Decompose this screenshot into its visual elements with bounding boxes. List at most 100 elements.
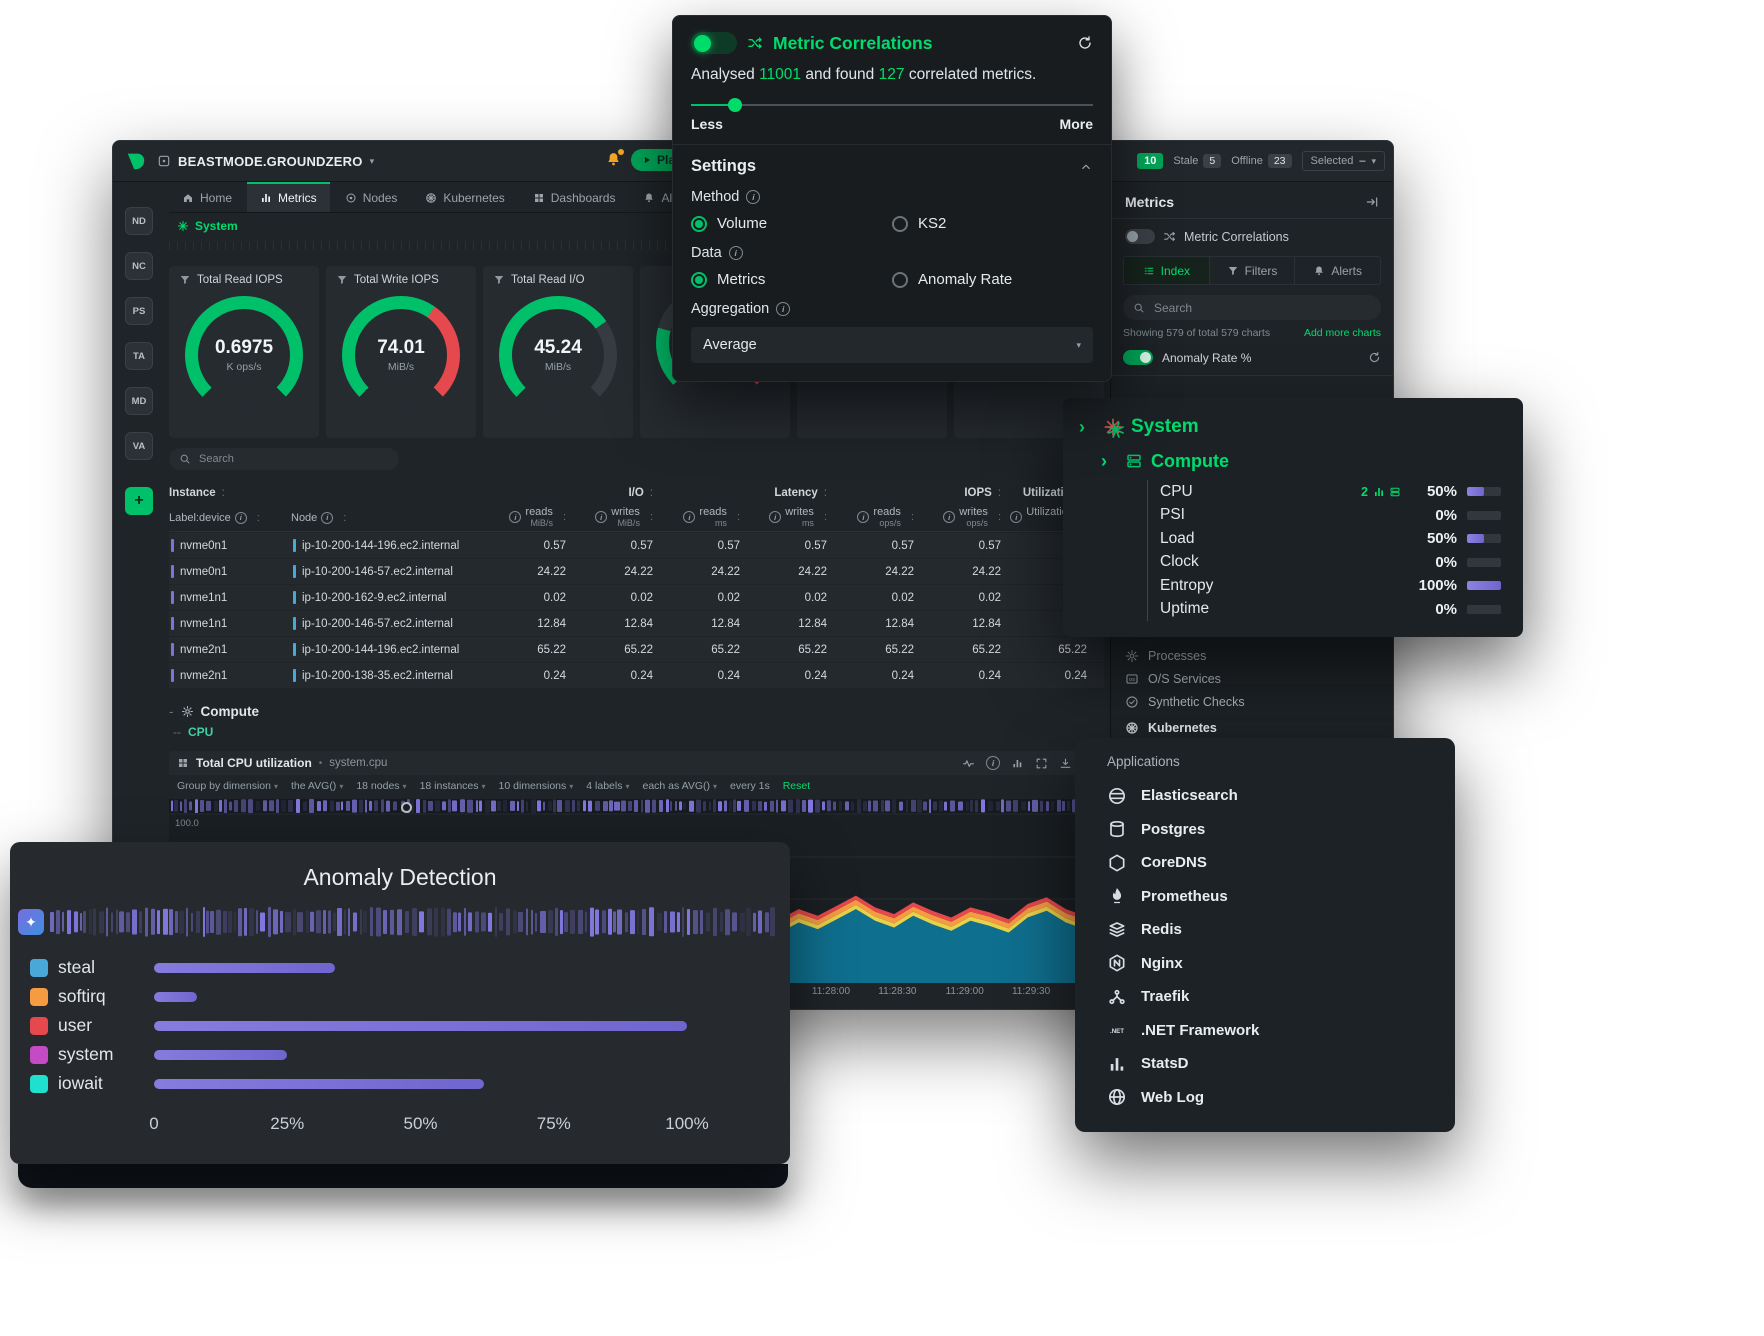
offline-nodes-badge[interactable]: Offline23 bbox=[1231, 154, 1291, 168]
info-icon[interactable]: i bbox=[509, 511, 521, 523]
tree-section-compute[interactable]: › Compute bbox=[1101, 446, 1501, 476]
column-writes-ms[interactable]: iwritesms: bbox=[740, 507, 827, 528]
sidebar-tab-filters[interactable]: Filters bbox=[1210, 257, 1296, 284]
legend-row-steal[interactable]: steal bbox=[30, 953, 790, 982]
table-row-nvme0n1[interactable]: nvme0n1 ip-10-200-144-196.ec2.internal 0… bbox=[169, 533, 1104, 558]
anomalies-icon[interactable] bbox=[962, 757, 975, 770]
settings-header[interactable]: Settings bbox=[691, 157, 1093, 176]
legend-row-system[interactable]: system bbox=[30, 1040, 790, 1069]
tab-nodes[interactable]: Nodes bbox=[332, 182, 411, 212]
info-icon[interactable]: i bbox=[729, 246, 743, 260]
tree-row-cpu[interactable]: CPU 2 50% bbox=[1160, 480, 1501, 504]
gauge-card-total-read-iops[interactable]: Total Read IOPS 0.6975K ops/s bbox=[169, 266, 319, 438]
tab-metrics[interactable]: Metrics bbox=[247, 182, 330, 212]
info-icon[interactable]: i bbox=[857, 511, 869, 523]
section-compute[interactable]: - Compute bbox=[169, 704, 1104, 719]
chart-toolbar-10-dimensions[interactable]: 10 dimensions▾ bbox=[499, 780, 574, 792]
table-group-latency[interactable]: Latency: bbox=[653, 487, 827, 499]
application-item-prometheus[interactable]: Prometheus bbox=[1075, 880, 1455, 914]
tree-row-load[interactable]: Load 50% bbox=[1160, 527, 1501, 551]
anomaly-rate-toggle[interactable] bbox=[1123, 350, 1153, 365]
sidebar-item-synthetic-checks[interactable]: Synthetic Checks bbox=[1125, 690, 1379, 713]
fullscreen-icon[interactable] bbox=[1035, 757, 1048, 770]
node-rail-item-nc[interactable]: NC bbox=[125, 252, 153, 280]
application-item-net-framework[interactable]: .NET .NET Framework bbox=[1075, 1014, 1455, 1048]
stale-nodes-badge[interactable]: Stale5 bbox=[1173, 154, 1221, 168]
slider-knob[interactable] bbox=[728, 98, 742, 112]
chevron-up-icon[interactable] bbox=[1079, 160, 1093, 174]
download-icon[interactable] bbox=[1059, 757, 1072, 770]
tree-row-uptime[interactable]: Uptime 0% bbox=[1160, 598, 1501, 622]
notifications-bell-icon[interactable] bbox=[605, 151, 622, 168]
sidebar-tab-index[interactable]: Index bbox=[1124, 257, 1210, 284]
tree-row-entropy[interactable]: Entropy 100% bbox=[1160, 574, 1501, 598]
tab-dashboards[interactable]: Dashboards bbox=[520, 182, 629, 212]
add-more-charts-link[interactable]: Add more charts bbox=[1304, 327, 1381, 339]
metric-correlations-toggle[interactable] bbox=[1125, 229, 1155, 244]
node-rail-item-md[interactable]: MD bbox=[125, 387, 153, 415]
column-reads-mib-s[interactable]: ireadsMiB/s: bbox=[479, 507, 566, 528]
tree-row-clock[interactable]: Clock 0% bbox=[1160, 551, 1501, 575]
chart-toolbar-every-1s[interactable]: every 1s bbox=[730, 780, 770, 792]
info-icon[interactable]: i bbox=[943, 511, 955, 523]
table-row-nvme1n1[interactable]: nvme1n1 ip-10-200-162-9.ec2.internal 0.0… bbox=[169, 585, 1104, 610]
subsection-cpu[interactable]: -- CPU bbox=[173, 725, 1104, 739]
info-icon[interactable]: i bbox=[235, 512, 247, 524]
add-node-button[interactable]: + bbox=[125, 487, 153, 515]
anomaly-ribbon[interactable] bbox=[48, 907, 776, 937]
refresh-icon[interactable] bbox=[1368, 351, 1381, 364]
chart-toolbar-reset[interactable]: Reset bbox=[783, 780, 810, 792]
application-item-traefik[interactable]: Traefik bbox=[1075, 980, 1455, 1014]
chart-toolbar-group-by-dimension[interactable]: Group by dimension▾ bbox=[177, 780, 278, 792]
info-icon[interactable]: i bbox=[683, 511, 695, 523]
info-icon[interactable]: i bbox=[1010, 511, 1022, 523]
column-writes-ops-s[interactable]: iwritesops/s: bbox=[914, 507, 1001, 528]
search-input[interactable] bbox=[197, 452, 389, 466]
sidebar-search[interactable] bbox=[1123, 295, 1381, 320]
table-row-nvme0n1[interactable]: nvme0n1 ip-10-200-146-57.ec2.internal 24… bbox=[169, 559, 1104, 584]
table-group-iops[interactable]: IOPS: bbox=[827, 487, 1001, 499]
info-icon[interactable]: i bbox=[595, 511, 607, 523]
sidebar-item-o-s-services[interactable]: OSO/S Services bbox=[1125, 667, 1379, 690]
table-row-nvme2n1[interactable]: nvme2n1 ip-10-200-138-35.ec2.internal 0.… bbox=[169, 663, 1104, 688]
application-item-web-log[interactable]: Web Log bbox=[1075, 1081, 1455, 1115]
application-item-elasticsearch[interactable]: Elasticsearch bbox=[1075, 779, 1455, 813]
sidebar-item-processes[interactable]: Processes bbox=[1125, 644, 1379, 667]
collapse-sidebar-icon[interactable] bbox=[1365, 195, 1379, 209]
tab-home[interactable]: Home bbox=[169, 182, 245, 212]
gauge-card-total-write-iops[interactable]: Total Write IOPS 74.01MiB/s bbox=[326, 266, 476, 438]
column-node[interactable]: Nodei: bbox=[291, 512, 479, 524]
info-icon[interactable]: i bbox=[321, 512, 333, 524]
tree-row-psi[interactable]: PSI 0% bbox=[1160, 504, 1501, 528]
anomaly-ribbon[interactable] bbox=[169, 799, 1104, 813]
aggregation-select[interactable]: Average ▾ bbox=[691, 327, 1093, 363]
node-rail-item-ps[interactable]: PS bbox=[125, 297, 153, 325]
data-option-anomaly-rate[interactable]: Anomaly Rate bbox=[892, 271, 1093, 288]
chart-toolbar-the-avg[interactable]: the AVG()▾ bbox=[291, 780, 343, 792]
refresh-icon[interactable] bbox=[1077, 35, 1093, 51]
legend-row-softirq[interactable]: softirq bbox=[30, 982, 790, 1011]
info-icon[interactable]: i bbox=[776, 302, 790, 316]
table-group-instance[interactable]: Instance: bbox=[169, 487, 479, 499]
info-icon[interactable]: i bbox=[746, 190, 760, 204]
node-rail-item-va[interactable]: VA bbox=[125, 432, 153, 460]
sidebar-search-input[interactable] bbox=[1152, 300, 1371, 316]
table-row-nvme1n1[interactable]: nvme1n1 ip-10-200-146-57.ec2.internal 12… bbox=[169, 611, 1104, 636]
application-item-postgres[interactable]: Postgres bbox=[1075, 813, 1455, 847]
application-item-nginx[interactable]: Nginx bbox=[1075, 947, 1455, 981]
chart-toolbar-18-nodes[interactable]: 18 nodes▾ bbox=[356, 780, 406, 792]
application-item-statsd[interactable]: StatsD bbox=[1075, 1047, 1455, 1081]
table-group-i-o[interactable]: I/O: bbox=[479, 487, 653, 499]
chart-toolbar-18-instances[interactable]: 18 instances▾ bbox=[420, 780, 486, 792]
sidebar-item-kubernetes[interactable]: Kubernetes bbox=[1125, 716, 1379, 739]
application-item-coredns[interactable]: CoreDNS bbox=[1075, 846, 1455, 880]
info-icon[interactable]: i bbox=[769, 511, 781, 523]
chart-toolbar-each-as-avg[interactable]: each as AVG()▾ bbox=[643, 780, 718, 792]
tab-kubernetes[interactable]: Kubernetes bbox=[412, 182, 517, 212]
table-search[interactable] bbox=[169, 448, 399, 470]
live-nodes-badge[interactable]: 10 bbox=[1137, 153, 1163, 169]
chart-type-icon[interactable] bbox=[1011, 757, 1024, 770]
table-row-nvme2n1[interactable]: nvme2n1 ip-10-200-144-196.ec2.internal 6… bbox=[169, 637, 1104, 662]
chart-toolbar-4-labels[interactable]: 4 labels▾ bbox=[586, 780, 629, 792]
sidebar-tab-alerts[interactable]: Alerts bbox=[1295, 257, 1380, 284]
